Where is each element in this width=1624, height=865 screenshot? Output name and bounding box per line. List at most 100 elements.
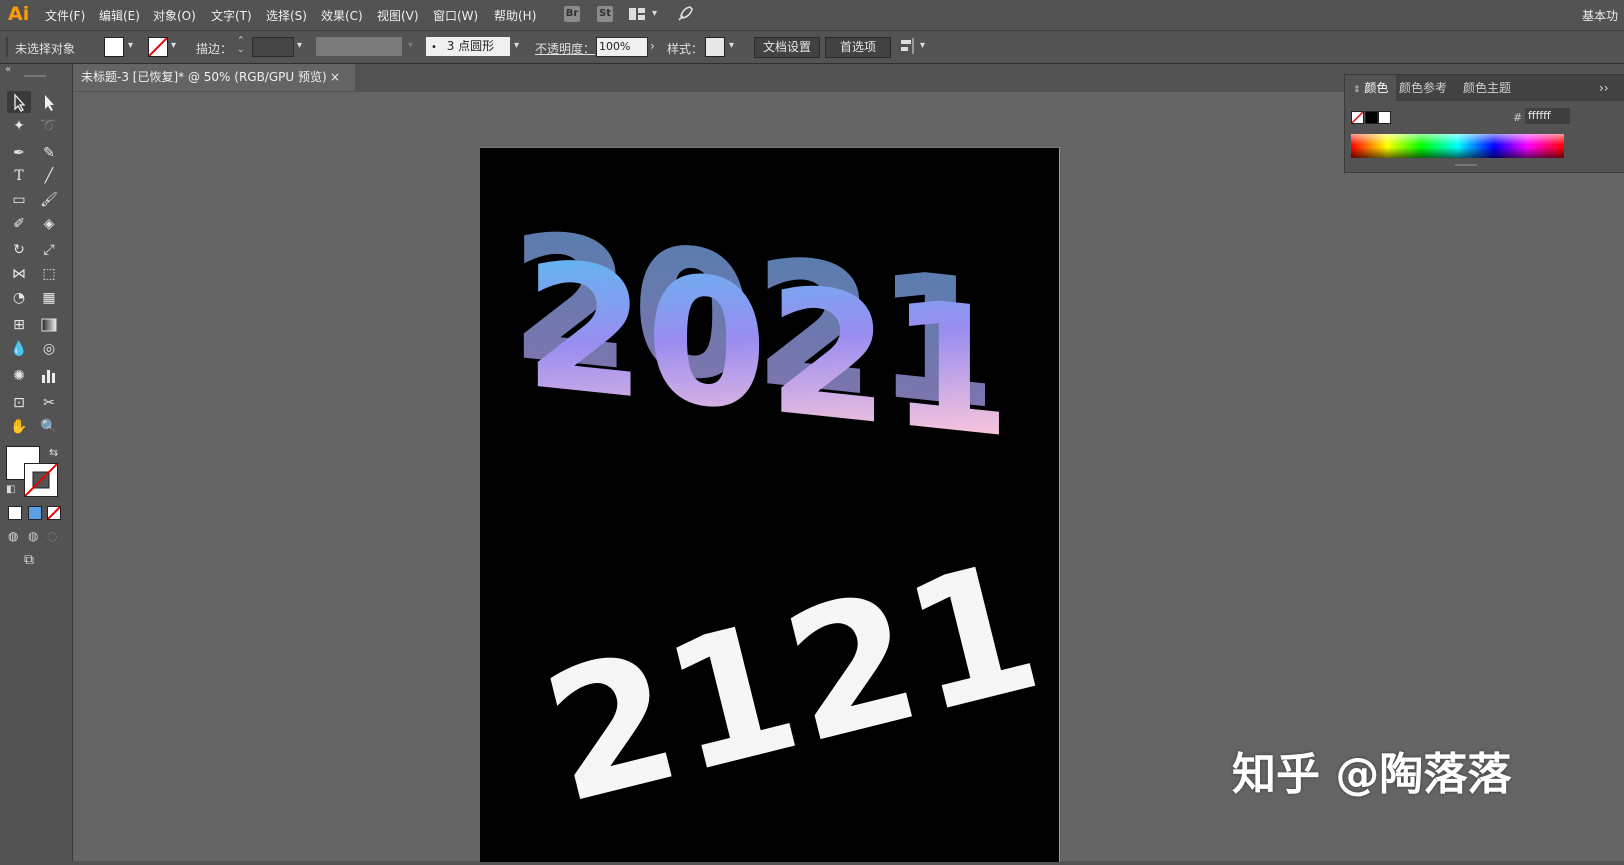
opacity-label[interactable]: 不透明度： [535,40,595,57]
menu-window[interactable]: 窗口(W) [433,7,478,24]
collapse-panel-icon[interactable]: « [5,64,11,75]
rectangle-tool-icon[interactable]: ▭ [7,189,31,211]
tab-color-label: 颜色 [1364,81,1389,95]
document-setup-button[interactable]: 文档设置 [754,37,820,58]
white-swatch[interactable] [1378,111,1391,124]
selection-status: 未选择对象 [15,42,76,56]
bridge-icon[interactable]: Br [564,6,580,22]
free-transform-tool-icon[interactable]: ⬚ [37,263,61,285]
eraser-tool-icon[interactable]: ◈ [37,213,61,235]
graphic-style-swatch[interactable] [705,37,725,57]
slice-tool-icon[interactable]: ✂ [37,392,61,414]
tools-panel: « ✦ ➰ ✒ ✎ T ╱ ▭ 🖌 ✐ ◈ ↻ ⤢ ⋈ ⬚ ◔ ▦ ⊞ 💧 ◎ … [0,64,73,861]
stroke-stepper-icon[interactable]: ⌃ ⌄ [237,37,245,55]
menu-file[interactable]: 文件(F) [45,7,85,24]
menu-object[interactable]: 对象(O) [153,7,196,24]
align-icon[interactable] [899,38,915,54]
default-fill-stroke-icon[interactable]: ◧ [6,484,15,495]
swap-fill-stroke-icon[interactable]: ⇆ [49,446,58,459]
none-swatch[interactable] [1351,111,1364,124]
line-segment-tool-icon[interactable]: ╱ [37,165,61,187]
tab-expand-icon: ⇕ [1353,85,1361,95]
shaper-tool-icon[interactable]: ✐ [7,213,31,235]
tab-color-themes[interactable]: 颜色主题 [1455,75,1519,101]
symbol-sprayer-tool-icon[interactable]: ✺ [7,365,31,387]
draw-normal-icon[interactable]: ◍ [8,529,18,543]
arrange-documents-icon[interactable] [629,7,645,21]
selection-tool-icon[interactable] [7,91,31,113]
screen-mode-icon[interactable]: ⧉ [24,552,34,568]
gradient-tool-icon[interactable] [37,314,61,336]
curvature-tool-icon[interactable]: ✎ [37,142,61,164]
blend-tool-icon[interactable]: ◎ [37,338,61,360]
hex-input[interactable]: ffffff [1525,108,1570,124]
artboard-tool-icon[interactable]: ⊡ [7,392,31,414]
control-bar: 未选择对象 ▾ ▾ 描边： ⌃ ⌄ ▾ ▾ • 3 点圆形 ▾ 不透明度： 100… [0,31,1624,64]
type-tool-icon[interactable]: T [7,165,31,187]
color-mode-icon[interactable] [8,506,22,520]
draw-inside-icon[interactable]: ◌ [47,529,57,543]
document-title: 未标题-3 [已恢复]* @ 50% (RGB/GPU 预览) [81,70,327,84]
mesh-tool-icon[interactable]: ⊞ [7,314,31,336]
paintbrush-tool-icon[interactable]: 🖌 [37,189,61,211]
stock-icon[interactable]: St [597,6,613,22]
close-icon[interactable]: × [330,64,340,90]
rotated-2121-text[interactable]: 2121 [527,523,1058,844]
style-chevron-icon[interactable]: ▾ [729,40,734,51]
preferences-button[interactable]: 首选项 [825,37,891,58]
zoom-tool-icon[interactable]: 🔍 [37,416,61,438]
stroke-chevron-icon[interactable]: ▾ [171,40,176,51]
extruded-2021-text[interactable]: 2021 2021 [510,195,1011,478]
tab-color[interactable]: ⇕ 颜色 [1345,75,1397,101]
stroke-weight-chevron-icon[interactable]: ▾ [297,40,302,51]
width-tool-icon[interactable]: ⋈ [7,263,31,285]
shape-builder-tool-icon[interactable]: ◔ [7,287,31,309]
brush-chevron-icon[interactable]: ▾ [514,40,519,51]
none-mode-icon[interactable] [47,506,61,520]
draw-behind-icon[interactable]: ◍ [28,529,38,543]
panel-grip[interactable] [6,37,8,57]
artboard[interactable]: 2021 2021 2121 [480,147,1060,862]
hex-label: # [1513,111,1523,124]
gradient-mode-icon[interactable] [28,506,42,520]
opacity-arrow-icon[interactable]: › [650,39,655,53]
stroke-weight-input[interactable] [252,37,294,57]
scale-tool-icon[interactable]: ⤢ [37,239,61,261]
lasso-tool-icon[interactable]: ➰ [37,115,61,137]
tab-color-guide[interactable]: 颜色参考 [1391,75,1455,101]
stroke-swatch[interactable] [148,37,168,57]
menu-type[interactable]: 文字(T) [211,7,252,24]
pen-tool-icon[interactable]: ✒ [7,142,31,164]
color-spectrum[interactable] [1351,134,1564,158]
profile-chevron-icon[interactable]: ▾ [408,40,413,51]
column-graph-tool-icon[interactable] [37,365,61,387]
brush-definition[interactable]: • 3 点圆形 [426,37,510,56]
rocket-icon[interactable] [676,5,694,23]
perspective-grid-tool-icon[interactable]: ▦ [37,287,61,309]
document-tab[interactable]: 未标题-3 [已恢复]* @ 50% (RGB/GPU 预览) × [73,64,355,91]
chevron-down-icon[interactable]: ▾ [652,8,657,19]
artwork: 2021 2021 2121 [510,195,1058,844]
align-chevron-icon[interactable]: ▾ [920,40,925,51]
black-swatch[interactable] [1365,111,1378,124]
menu-effect[interactable]: 效果(C) [321,7,363,24]
app-logo: Ai [8,3,30,25]
panel-grip[interactable] [24,75,46,77]
fill-chevron-icon[interactable]: ▾ [128,40,133,51]
stroke-color-box[interactable] [24,463,58,497]
menu-edit[interactable]: 编辑(E) [99,7,140,24]
workspace-switcher[interactable]: 基本功 [1582,7,1618,24]
menu-help[interactable]: 帮助(H) [494,7,536,24]
hand-tool-icon[interactable]: ✋ [7,416,31,438]
panel-resize-grip[interactable] [1455,164,1477,166]
opacity-input[interactable]: 100% [596,37,648,57]
magic-wand-tool-icon[interactable]: ✦ [7,115,31,137]
rotate-tool-icon[interactable]: ↻ [7,239,31,261]
eyedropper-tool-icon[interactable]: 💧 [7,338,31,360]
panel-expand-icon[interactable]: ›› [1599,81,1609,95]
menu-select[interactable]: 选择(S) [266,7,307,24]
direct-selection-tool-icon[interactable] [37,91,61,113]
menu-view[interactable]: 视图(V) [377,7,419,24]
fill-swatch[interactable] [104,37,124,57]
variable-width-profile[interactable] [316,37,402,56]
